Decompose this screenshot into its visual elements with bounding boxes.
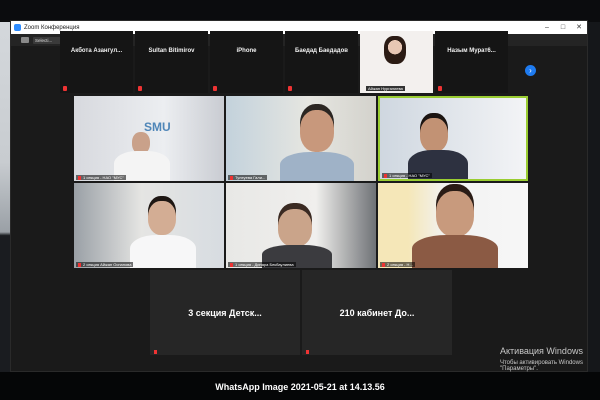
zoom-app-icon [14, 24, 21, 31]
participant-label: 1 секция - НАО "МУС" [382, 173, 432, 178]
video-tile[interactable]: Тулеуева Гали... [226, 96, 376, 181]
strip-tile[interactable]: Акбота Азангул... [60, 31, 133, 93]
participant-name: Назым Мурат6... [447, 48, 496, 54]
window-controls: – □ ✕ [539, 21, 587, 34]
participant-video [384, 36, 406, 64]
participant-label: Тулеуева Гали... [228, 175, 268, 180]
participant-label: 1 секция - НАО "МУС" [76, 175, 126, 180]
participant-label: 2 секция Айжан Оспанова [76, 262, 134, 267]
video-tile-active-speaker[interactable]: 1 секция - НАО "МУС" [378, 96, 528, 181]
livestream-icon [21, 37, 29, 43]
participant-label: 2 секция - Н... [380, 262, 415, 267]
participant-name: iPhone [236, 48, 257, 54]
windows-activation-title: Активация Windows [500, 346, 583, 356]
strip-tile[interactable]: Назым Мурат6... [435, 31, 508, 93]
image-caption: WhatsApp Image 2021-05-21 at 14.13.56 [215, 382, 385, 392]
participant-name: Баедад Баедадов [295, 48, 348, 54]
participant-label: 1 секция - Динара Бекбаулиева [228, 262, 296, 267]
window-title: Zoom Конференция [24, 24, 80, 31]
muted-mic-icon [213, 86, 217, 91]
participant-name: Sultan Bitimirov [148, 48, 195, 54]
video-tile-off[interactable]: 3 секция Детск... [150, 270, 300, 355]
participant-name: Акбота Азангул... [70, 48, 123, 54]
participant-name: Айжан Нургалиева [366, 86, 405, 91]
desktop-background-right [588, 22, 600, 372]
windows-activation-subtitle: Чтобы активировать Windows "Параметры". [500, 360, 583, 372]
participant-strip: Акбота Азангул... Sultan Bitimirov iPhon… [60, 31, 520, 93]
close-icon[interactable]: ✕ [571, 21, 587, 34]
strip-tile[interactable]: Sultan Bitimirov [135, 31, 208, 93]
minimize-icon[interactable]: – [539, 21, 555, 34]
maximize-icon[interactable]: □ [555, 21, 571, 34]
video-tile[interactable]: 2 секция Айжан Оспанова [74, 183, 224, 268]
participant-name: 3 секция Детск... [188, 308, 262, 318]
muted-mic-icon [288, 86, 292, 91]
video-tile-off[interactable]: 210 кабинет До... [302, 270, 452, 355]
strip-tile-video[interactable]: Айжан Нургалиева [360, 31, 433, 93]
muted-mic-icon [152, 349, 161, 354]
muted-mic-icon [138, 86, 142, 91]
strip-tile[interactable]: iPhone [210, 31, 283, 93]
muted-mic-icon [438, 86, 442, 91]
next-page-icon[interactable]: › [525, 65, 536, 76]
participant-name: 210 кабинет До... [339, 308, 415, 318]
video-tile[interactable]: 1 секция - Динара Бекбаулиева [226, 183, 376, 268]
muted-mic-icon [63, 86, 67, 91]
stream-selector[interactable]: Selecti... [33, 36, 61, 44]
strip-tile[interactable]: Баедад Баедадов [285, 31, 358, 93]
smu-logo: SMU [144, 120, 171, 134]
video-tile[interactable]: 2 секция - Н... [378, 183, 528, 268]
video-tile[interactable]: SMU 1 секция - НАО "МУС" [74, 96, 224, 181]
muted-mic-icon [304, 349, 313, 354]
